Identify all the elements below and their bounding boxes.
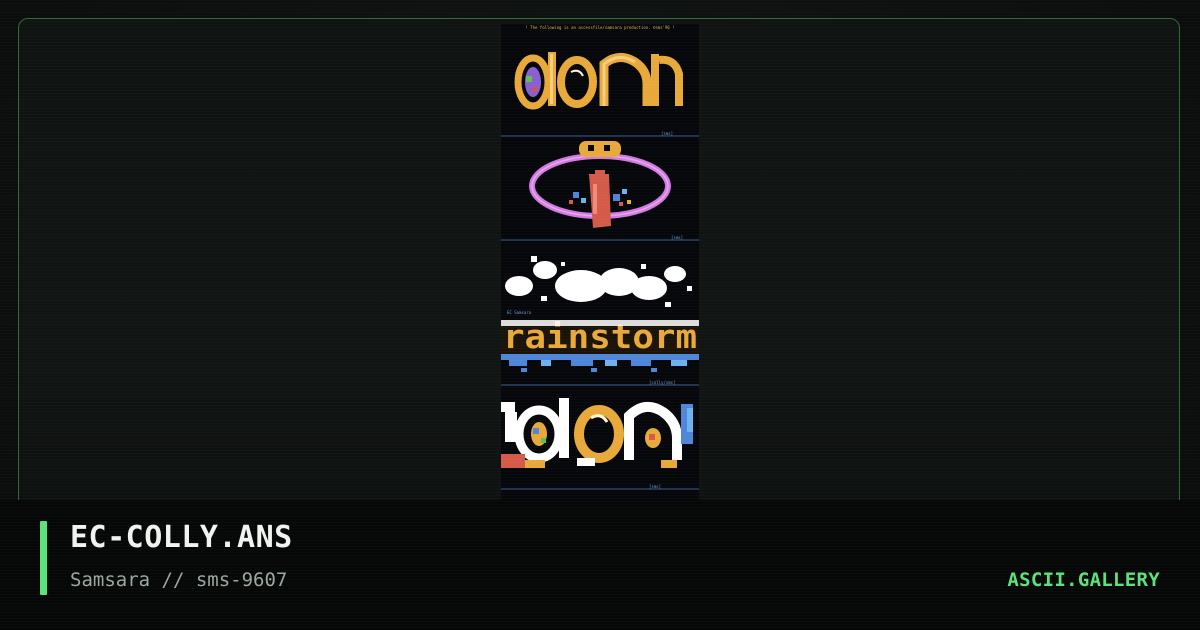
art-divider-tag-3: [colly/sms] — [649, 380, 676, 385]
art-divider-tag-1: [sms] — [661, 131, 673, 136]
art-logo-3-wordmark: rainstorm — [501, 317, 699, 372]
ansi-art-preview[interactable]: ! The following is an accessfile/samsara… — [501, 24, 699, 500]
site-brand-link[interactable]: ASCII.GALLERY — [1007, 569, 1160, 591]
art-section-label: EC Samsara — [507, 310, 532, 315]
art-divider-tag-4: [sms] — [649, 484, 661, 489]
artwork-title: EC-COLLY.ANS — [70, 520, 293, 555]
art-logo-1 — [514, 52, 683, 110]
art-logo-4 — [501, 398, 693, 468]
accent-bar — [40, 521, 47, 595]
info-bar: EC-COLLY.ANS Samsara // sms-9607 ASCII.G… — [0, 500, 1200, 630]
art-divider-tag-2: [sms] — [671, 235, 683, 240]
art-header-line: ! The following is an accessfile/samsara… — [525, 25, 674, 30]
artwork-subtitle: Samsara // sms-9607 — [70, 569, 288, 591]
art-logo-2 — [529, 141, 671, 228]
art-logo-3-clouds — [505, 256, 692, 307]
